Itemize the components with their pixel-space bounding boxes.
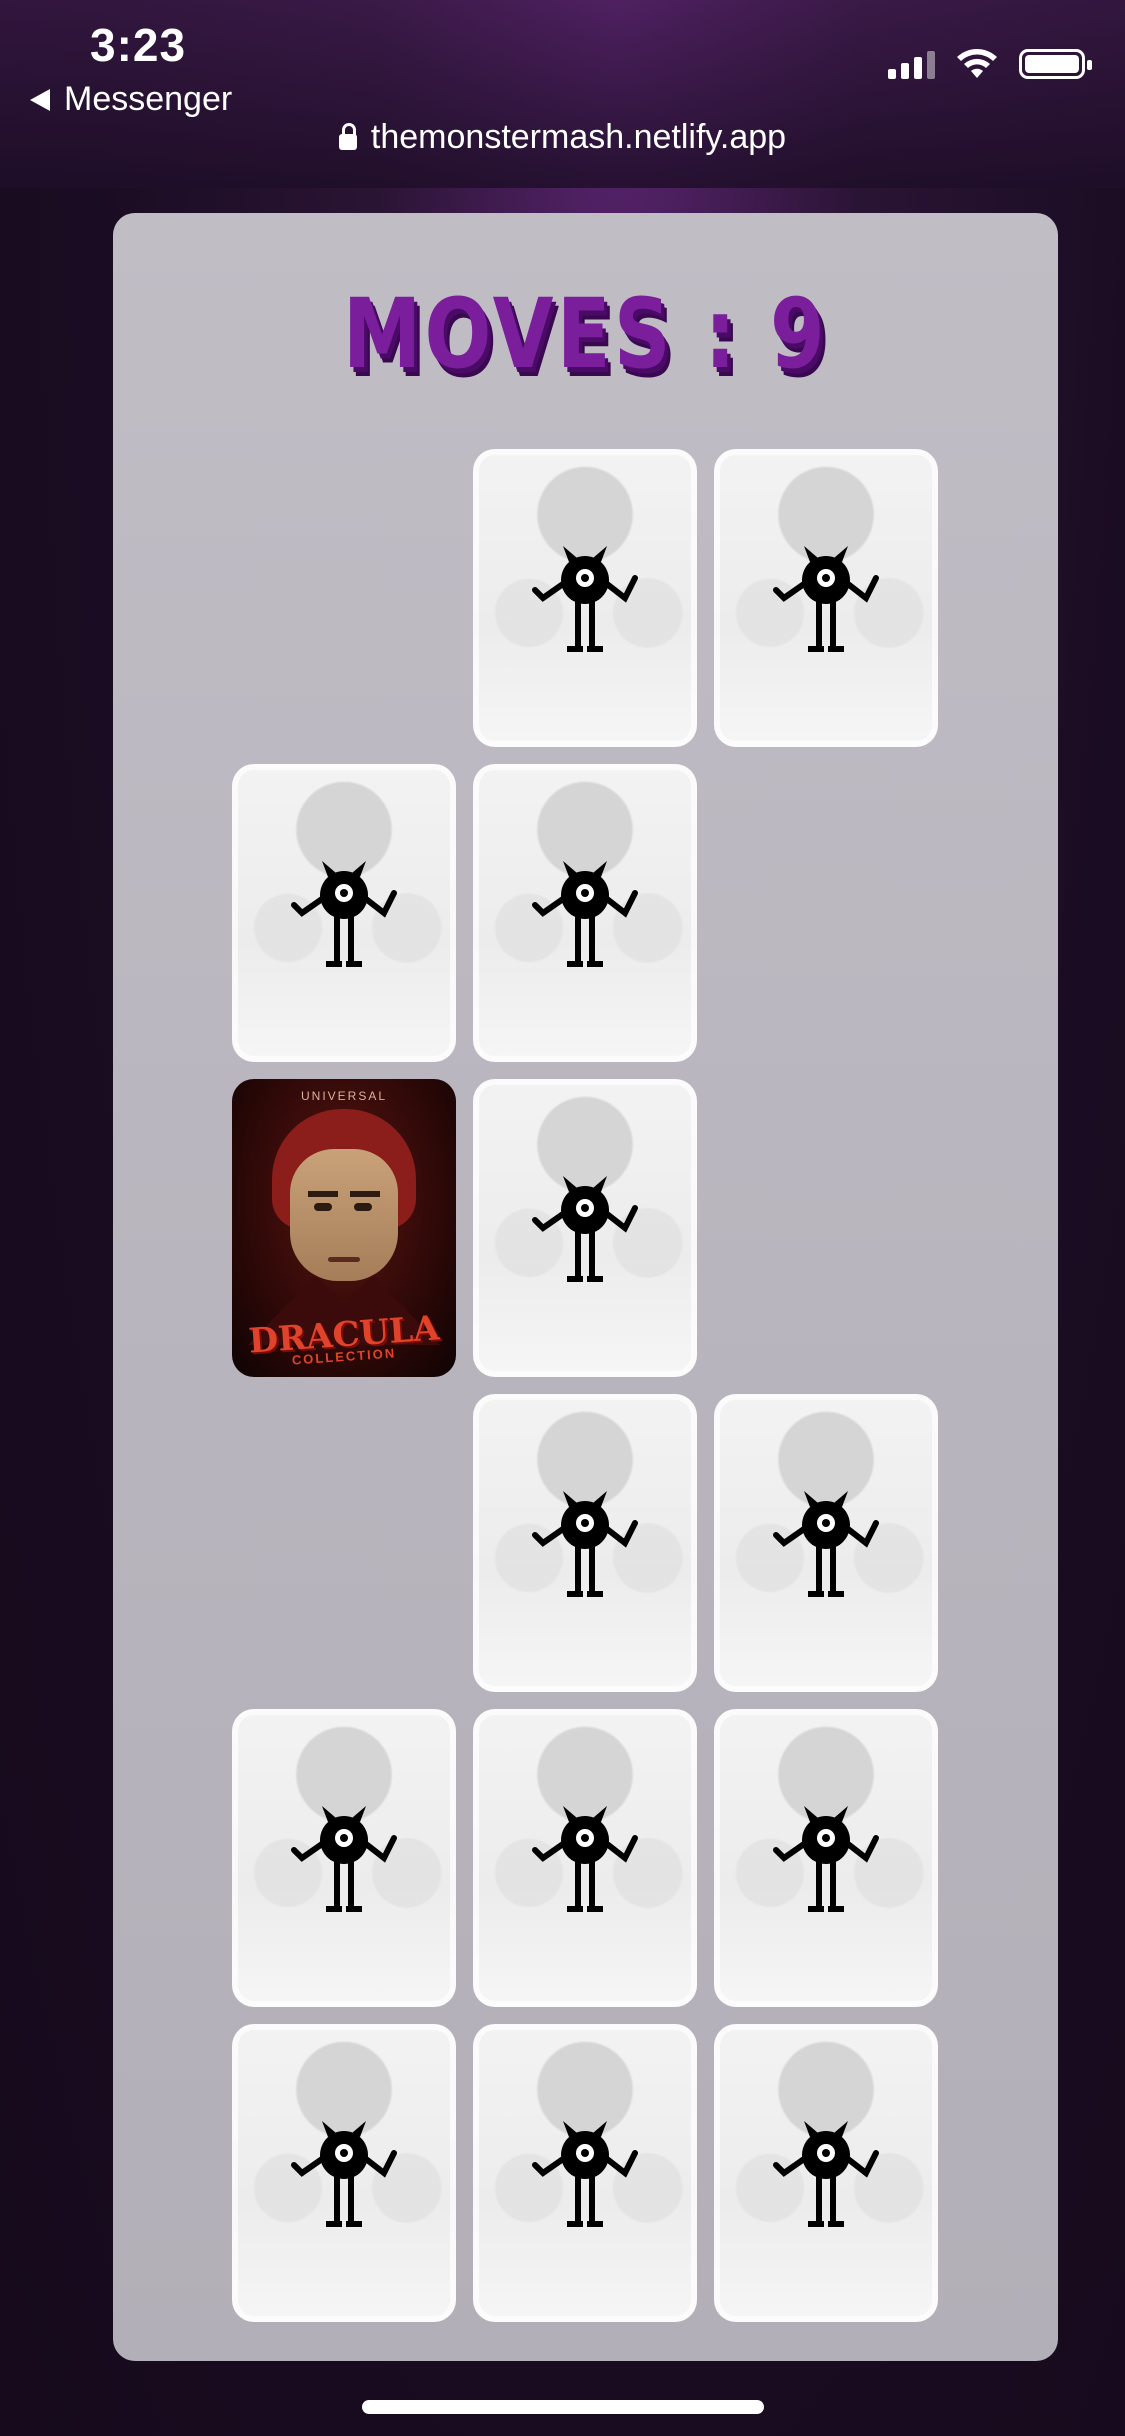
card-slot-empty: [232, 1394, 456, 1692]
one-eyed-monster-icon: [532, 546, 638, 652]
one-eyed-monster-icon: [532, 1806, 638, 1912]
battery-icon: [1019, 49, 1092, 79]
one-eyed-monster-icon: [773, 1491, 879, 1597]
left-brow: [308, 1191, 338, 1197]
one-eyed-monster-icon: [291, 861, 397, 967]
card-top-text: UNIVERSAL: [300, 1089, 388, 1103]
one-eyed-monster-icon: [773, 546, 879, 652]
card-face-down[interactable]: [714, 1394, 938, 1692]
address-bar[interactable]: themonstermash.netlify.app: [0, 118, 1125, 157]
one-eyed-monster-icon: [773, 2121, 879, 2227]
one-eyed-monster-icon: [291, 2121, 397, 2227]
left-eye: [314, 1203, 332, 1211]
one-eyed-monster-icon: [532, 1491, 638, 1597]
card-slot-empty: [714, 764, 938, 1062]
one-eyed-monster-icon: [773, 1806, 879, 1912]
back-to-messenger-link[interactable]: Messenger: [30, 80, 232, 119]
card-face-down[interactable]: [473, 449, 697, 747]
status-icons: [888, 48, 1092, 80]
card-face-down[interactable]: [473, 2024, 697, 2322]
lock-icon: [338, 122, 357, 150]
one-eyed-monster-icon: [532, 861, 638, 967]
cellular-signal-icon: [888, 49, 935, 79]
mouth: [328, 1257, 360, 1262]
card-face-down[interactable]: [473, 1079, 697, 1377]
moves-counter: MOVES : 9: [342, 278, 829, 390]
one-eyed-monster-icon: [532, 2121, 638, 2227]
card-face-down[interactable]: [232, 1709, 456, 2007]
card-face-down[interactable]: [232, 2024, 456, 2322]
url-text: themonstermash.netlify.app: [370, 118, 787, 156]
card-face-down[interactable]: [714, 2024, 938, 2322]
right-brow: [350, 1191, 380, 1197]
card-face-down[interactable]: [473, 1394, 697, 1692]
card-face-down[interactable]: [473, 1709, 697, 2007]
card-face-down[interactable]: [473, 764, 697, 1062]
one-eyed-monster-icon: [532, 1176, 638, 1282]
back-arrow-icon: [30, 88, 50, 111]
card-face-up-dracula[interactable]: UNIVERSAL DRACULA COLLECTION: [232, 1079, 456, 1377]
game-board: MOVES : 9 UNIVERSAL DRACULA COLLECTION: [113, 213, 1058, 2361]
card-grid: UNIVERSAL DRACULA COLLECTION: [232, 449, 938, 2322]
card-face-down[interactable]: [714, 1709, 938, 2007]
status-time: 3:23: [90, 19, 187, 71]
card-slot-empty: [714, 1079, 938, 1377]
one-eyed-monster-icon: [291, 1806, 397, 1912]
right-eye: [354, 1203, 372, 1211]
card-slot-empty: [232, 449, 456, 747]
card-face-down[interactable]: [232, 764, 456, 1062]
home-indicator[interactable]: [362, 2400, 764, 2414]
wifi-icon: [957, 49, 997, 78]
browser-chrome: 3:23 Messenger themonstermash.netlify.ap…: [0, 0, 1125, 188]
back-app-label: Messenger: [64, 80, 233, 118]
card-face-down[interactable]: [714, 449, 938, 747]
